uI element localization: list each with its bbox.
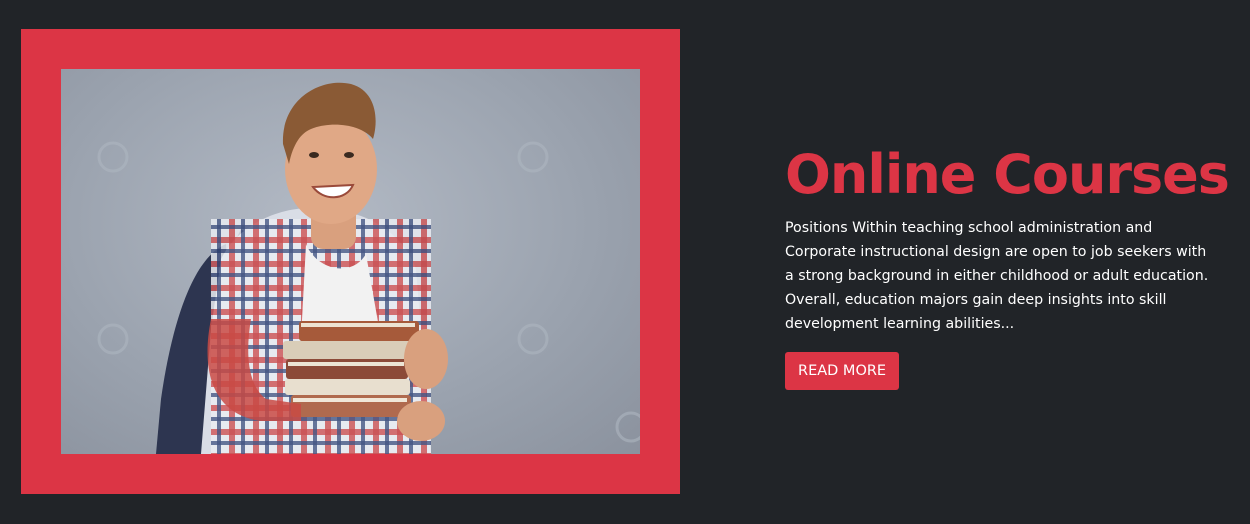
photo-frame — [21, 29, 680, 494]
hero-content: Online Courses Positions Within teaching… — [785, 140, 1230, 390]
page: Online Courses Positions Within teaching… — [0, 0, 1250, 524]
page-title: Online Courses — [785, 143, 1230, 206]
read-more-button[interactable]: READ MORE — [785, 352, 900, 390]
hero-description: Positions Within teaching school adminis… — [785, 220, 1209, 332]
student-photo — [61, 69, 640, 454]
student-illustration — [97, 82, 640, 454]
